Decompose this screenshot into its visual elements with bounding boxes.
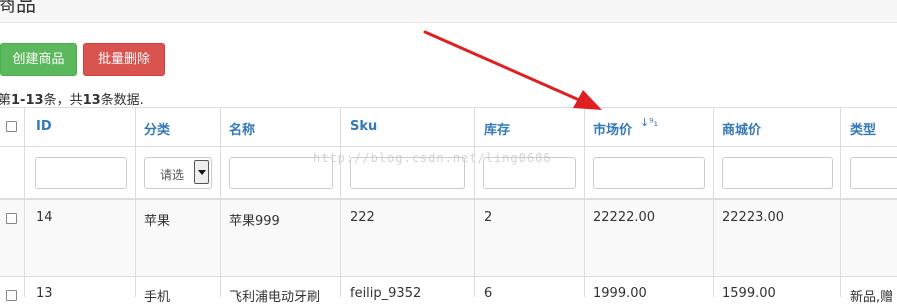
row-checkbox[interactable]	[6, 213, 17, 224]
col-divider	[135, 108, 136, 297]
column-header-market-price[interactable]: 市场价	[593, 119, 632, 138]
chevron-down-icon[interactable]	[194, 160, 209, 184]
sort-numeric-desc-icon[interactable]: ↓⁹₁	[640, 117, 658, 128]
cell-stock: 2	[484, 210, 493, 225]
col-divider	[584, 108, 585, 297]
cell-name: 飞利浦电动牙刷	[229, 290, 321, 305]
column-header-id[interactable]: ID	[36, 119, 52, 134]
col-divider	[840, 108, 841, 297]
filter-market-price-input[interactable]	[593, 157, 705, 189]
cell-stock: 6	[484, 286, 493, 301]
row-checkbox[interactable]	[6, 290, 17, 301]
cell-mall-price: 1599.00	[722, 286, 776, 301]
filter-category-value: 请选	[160, 168, 185, 182]
filter-mall-price-input[interactable]	[722, 157, 833, 189]
col-divider	[713, 108, 714, 297]
column-header-sku[interactable]: Sku	[350, 119, 377, 134]
col-divider	[24, 108, 25, 297]
cell-category: 苹果	[144, 214, 171, 229]
cell-sku: 222	[350, 210, 375, 225]
batch-delete-button[interactable]: 批量删除	[83, 43, 165, 76]
column-header-type[interactable]: 类型	[850, 119, 876, 138]
cell-id: 13	[36, 286, 53, 301]
column-header-stock[interactable]: 库存	[484, 119, 510, 138]
page-header: 商品	[0, 0, 897, 23]
create-product-button[interactable]: 创建商品	[0, 43, 77, 76]
page-title: 商品	[0, 0, 36, 16]
cell-mall-price: 22223.00	[722, 210, 785, 225]
watermark-text: http://blog.csdn.net/ling0606	[313, 151, 552, 165]
select-all-checkbox[interactable]	[6, 121, 17, 132]
cell-name: 苹果999	[229, 214, 280, 229]
column-header-name[interactable]: 名称	[229, 119, 255, 138]
col-divider	[474, 108, 475, 297]
cell-market-price: 1999.00	[593, 286, 647, 301]
cell-category: 手机	[144, 290, 171, 305]
cell-type: 新品,赠	[850, 290, 894, 305]
filter-id-input[interactable]	[35, 157, 127, 189]
cell-id: 14	[36, 210, 53, 225]
filter-type-input[interactable]	[850, 157, 897, 189]
column-header-mall-price[interactable]: 商城价	[722, 119, 761, 138]
cell-sku: feilip_9352	[350, 286, 422, 301]
col-divider	[220, 108, 221, 297]
cell-market-price: 22222.00	[593, 210, 656, 225]
pagination-summary: 第1-13条，共13条数据.	[0, 93, 144, 108]
column-header-category[interactable]: 分类	[144, 119, 170, 138]
filter-category-select[interactable]: 请选	[144, 157, 212, 189]
col-divider	[340, 108, 341, 297]
